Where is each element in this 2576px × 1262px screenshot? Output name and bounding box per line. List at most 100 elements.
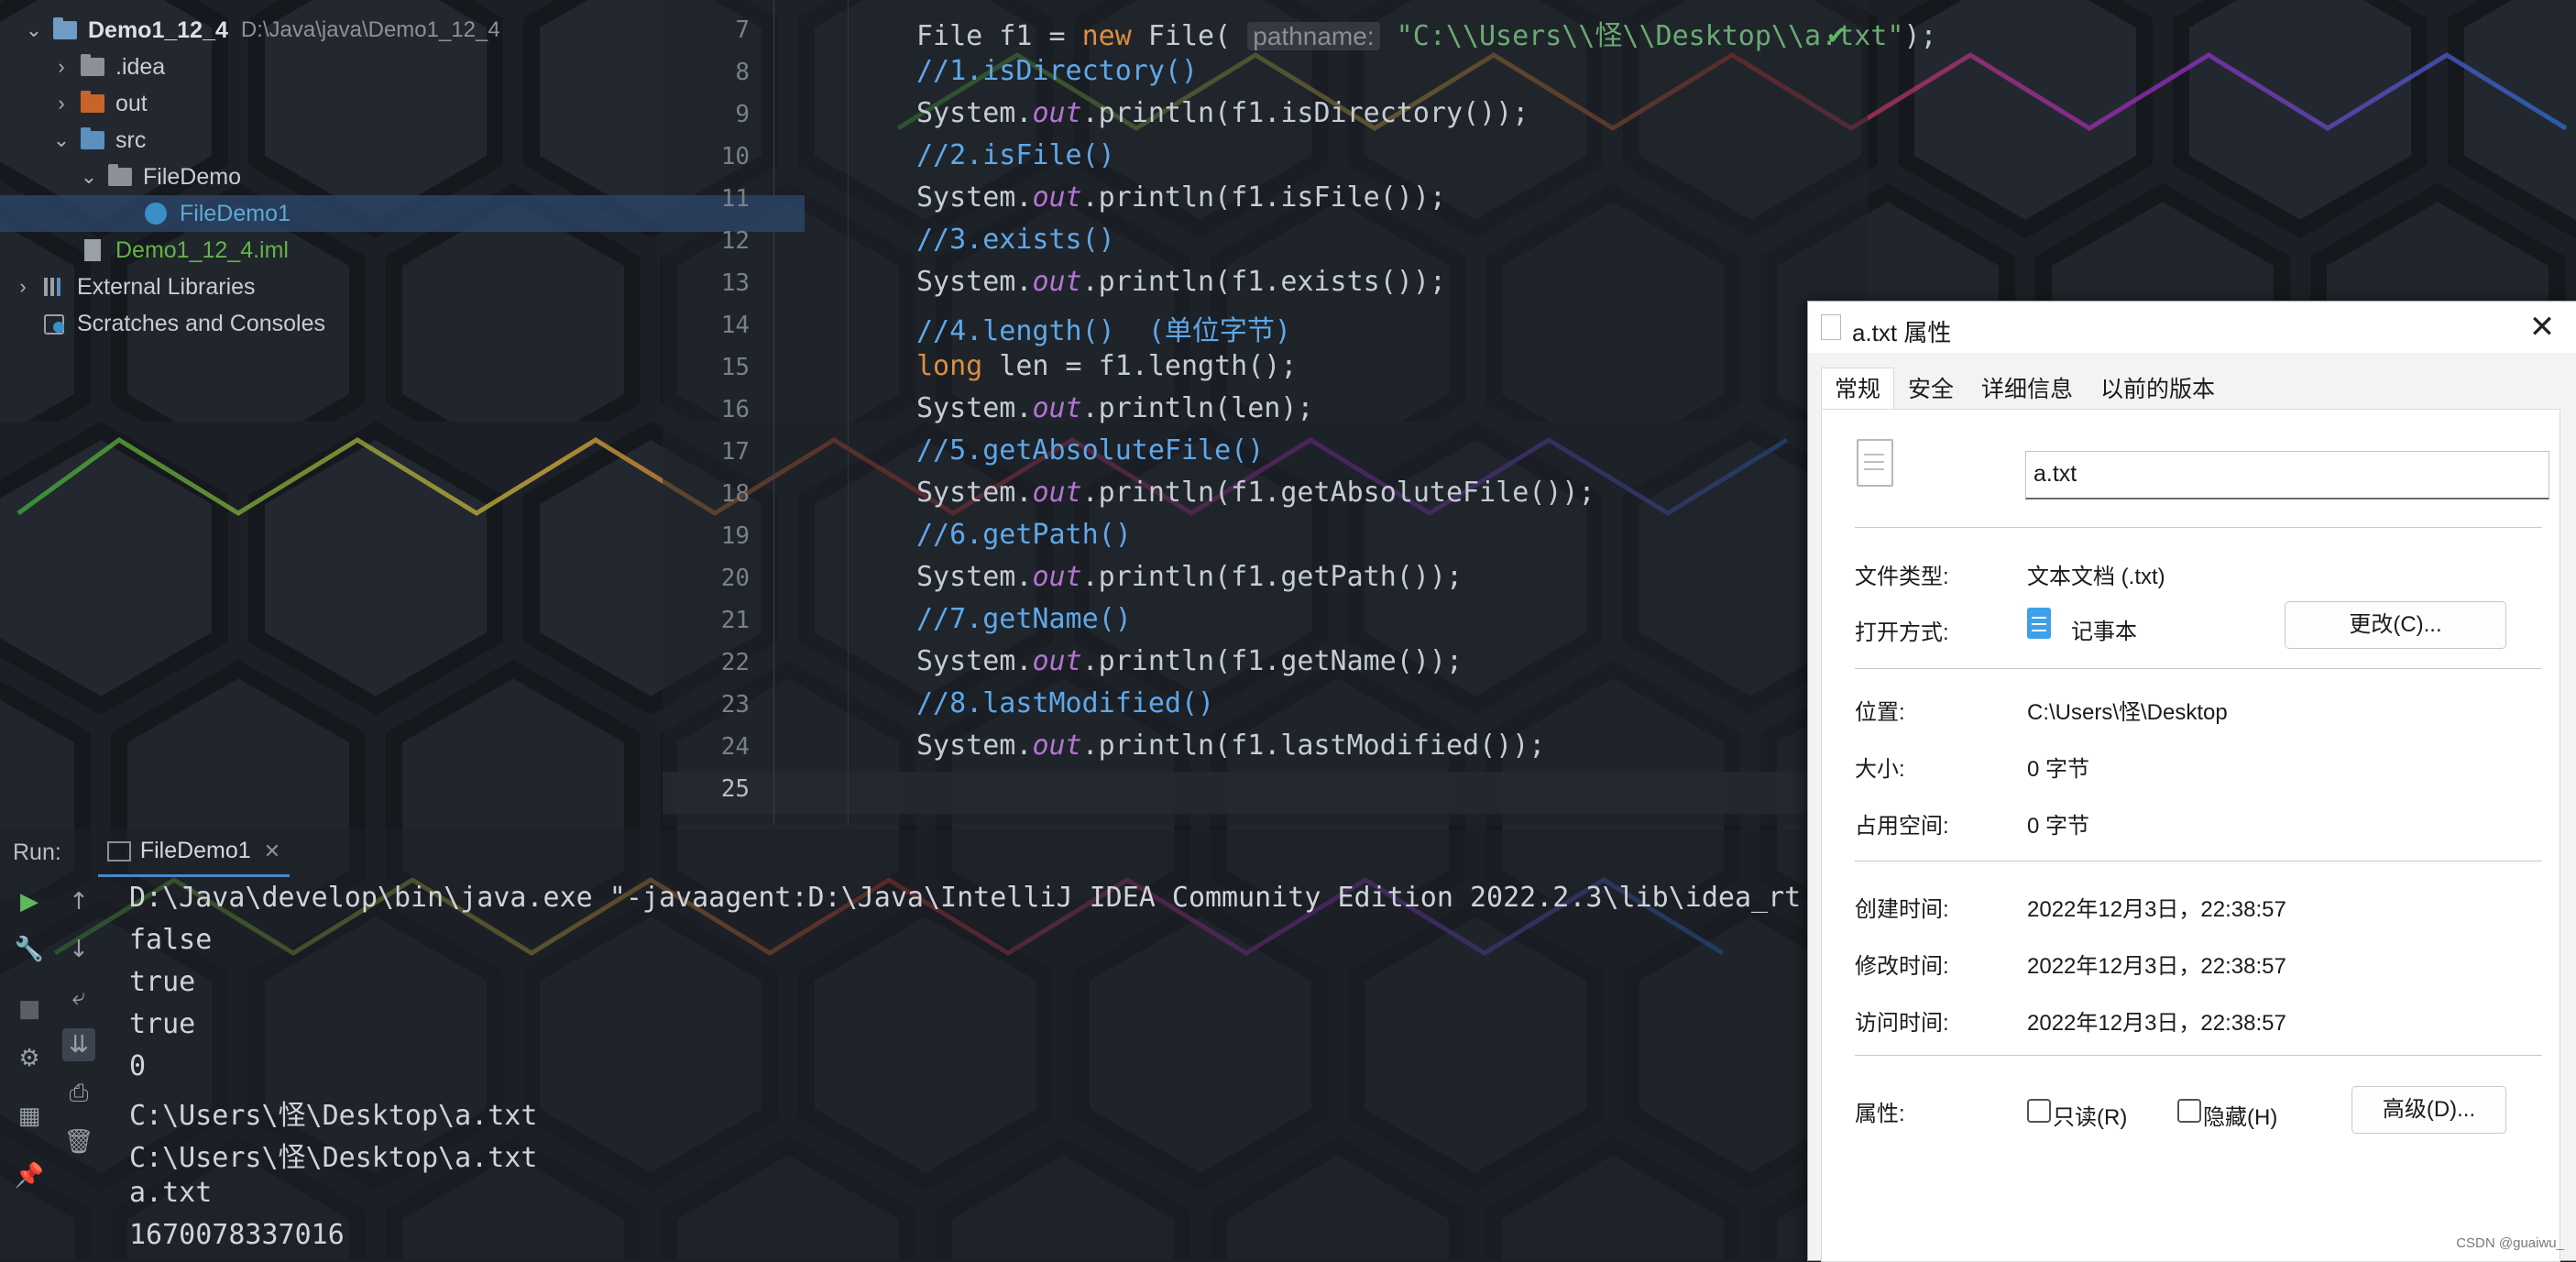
advanced-button[interactable]: 高级(D)...	[2351, 1086, 2506, 1134]
tree-item-out[interactable]: › out	[0, 85, 713, 122]
pin-icon[interactable]: 📌	[13, 1159, 46, 1192]
run-tab-filedemo1[interactable]: FileDemo1 ✕	[97, 829, 290, 877]
code-token: .println(f1.isDirectory());	[1081, 97, 1529, 129]
code-line[interactable]: System.out.println(len);	[916, 392, 1314, 424]
tree-item-iml[interactable]: Demo1_12_4.iml	[0, 232, 740, 269]
chevron-down-icon[interactable]: ⌄	[24, 18, 44, 42]
code-line[interactable]: System.out.println(f1.isFile());	[916, 181, 1446, 214]
code-token: out	[1032, 645, 1082, 677]
hidden-label: 隐藏(H)	[2203, 1105, 2278, 1130]
line-number: 7	[735, 16, 750, 44]
tree-item-project-root[interactable]: ⌄ Demo1_12_4 D:\Java\java\Demo1_12_4	[0, 12, 685, 49]
code-token: System.	[916, 266, 1033, 298]
file-properties-dialog: a.txt 属性 ✕ 常规 安全 详细信息 以前的版本 a.txt 文件类型: …	[1807, 301, 2576, 1262]
code-token: //3.exists()	[916, 224, 1115, 256]
notepad-icon	[2027, 608, 2051, 639]
code-line[interactable]: File f1 = new File( pathname: "C:\\Users…	[916, 13, 1937, 53]
console-line: false	[129, 924, 213, 956]
file-type-value: 文本文档 (.txt)	[2027, 565, 2165, 589]
code-line[interactable]: //4.length() (单位字节)	[916, 308, 1291, 348]
tree-item-package[interactable]: ⌄ FileDemo	[0, 159, 740, 195]
code-line[interactable]: //2.isFile()	[916, 139, 1115, 171]
down-arrow-icon[interactable]: ↓	[62, 933, 95, 966]
chevron-down-icon[interactable]: ⌄	[79, 165, 99, 189]
print-icon[interactable]: ⎙	[62, 1077, 95, 1110]
size-value: 0 字节	[2027, 757, 2090, 782]
tab-previous-versions[interactable]: 以前的版本	[2087, 368, 2229, 412]
location-label: 位置:	[1855, 700, 1905, 725]
line-number: 23	[720, 691, 750, 719]
code-token: .println(f1.getName());	[1081, 645, 1463, 677]
tab-details[interactable]: 详细信息	[1968, 368, 2087, 412]
scroll-to-end-icon[interactable]: ⇊	[62, 1028, 95, 1061]
code-token: System.	[916, 181, 1033, 214]
rerun-icon[interactable]: ▶	[13, 885, 46, 918]
tab-security[interactable]: 安全	[1894, 368, 1968, 412]
dialog-tabs: 常规 安全 详细信息 以前的版本	[1821, 368, 2229, 412]
code-token: len = f1.length();	[982, 350, 1298, 382]
dialog-title: a.txt 属性	[1852, 319, 1952, 346]
code-editor[interactable]: 7 8 9 10 11 12 13 14 15 16 17 18 19 20 21 22 23 24 25 File…	[663, 0, 1937, 825]
code-line[interactable]: long len = f1.length();	[916, 350, 1297, 382]
file-icon	[1821, 314, 1841, 340]
chevron-right-icon[interactable]: ›	[51, 92, 71, 115]
disk-size-value: 0 字节	[2027, 814, 2090, 839]
line-number: 11	[720, 185, 750, 213]
tree-item-external-libraries[interactable]: › External Libraries	[0, 269, 674, 305]
trash-icon[interactable]: 🗑	[62, 1125, 95, 1158]
code-token: out	[1032, 97, 1082, 129]
code-line[interactable]: //3.exists()	[916, 224, 1115, 256]
tree-item-scratches[interactable]: Scratches and Consoles	[0, 305, 702, 342]
line-number: 9	[735, 101, 750, 128]
file-name-input[interactable]: a.txt	[2025, 451, 2549, 499]
run-toolwindow-header: Run: FileDemo1 ✕	[0, 829, 1810, 877]
divider	[1855, 527, 2542, 528]
stop-icon[interactable]: ■	[13, 993, 46, 1026]
chevron-down-icon[interactable]: ⌄	[51, 128, 71, 152]
chevron-right-icon[interactable]: ›	[13, 275, 33, 299]
code-token: //4.length() (单位字节)	[916, 315, 1291, 347]
code-line[interactable]: //6.getPath()	[916, 519, 1132, 551]
console-line: a.txt	[129, 1177, 213, 1209]
code-line[interactable]: //1.isDirectory()	[916, 55, 1198, 87]
code-line[interactable]: System.out.println(f1.getPath());	[916, 561, 1463, 593]
line-number: 15	[720, 354, 750, 381]
tree-item-src[interactable]: ⌄ src	[0, 122, 713, 159]
hidden-checkbox[interactable]	[2177, 1099, 2201, 1123]
text-file-icon	[1857, 439, 1893, 487]
folder-icon	[79, 91, 106, 115]
code-line[interactable]: //8.lastModified()	[916, 687, 1214, 719]
soft-wrap-icon[interactable]: ⤶	[62, 981, 95, 1014]
code-line[interactable]: System.out.println(f1.isDirectory());	[916, 97, 1529, 129]
settings-icon[interactable]: ⚙	[13, 1042, 46, 1075]
readonly-checkbox[interactable]	[2027, 1099, 2051, 1123]
code-line[interactable]: System.out.println(f1.getName());	[916, 645, 1463, 677]
code-line[interactable]: System.out.println(f1.exists());	[916, 266, 1446, 298]
file-name-value: a.txt	[2033, 461, 2077, 487]
line-number: 17	[720, 438, 750, 466]
close-tab-icon[interactable]: ✕	[264, 840, 280, 863]
tree-item-idea[interactable]: › .idea	[0, 49, 713, 85]
code-token: //5.getAbsoluteFile()	[916, 434, 1265, 466]
layout-icon[interactable]: ▦	[13, 1100, 46, 1133]
code-token: .println(f1.getAbsoluteFile());	[1081, 477, 1595, 509]
code-line[interactable]: System.out.println(f1.getAbsoluteFile())…	[916, 477, 1595, 509]
wrench-icon[interactable]: 🔧	[13, 933, 46, 966]
console-icon	[106, 840, 131, 861]
iml-file-icon	[79, 239, 106, 261]
code-line[interactable]: //5.getAbsoluteFile()	[916, 434, 1264, 466]
file-type-label: 文件类型:	[1855, 565, 1949, 589]
up-arrow-icon[interactable]: ↑	[62, 885, 95, 918]
scratches-icon	[40, 313, 68, 335]
close-icon[interactable]: ✕	[2526, 311, 2559, 344]
code-token: out	[1032, 392, 1082, 424]
code-token: long	[916, 350, 983, 382]
code-line[interactable]: //7.getName()	[916, 603, 1132, 635]
tab-general[interactable]: 常规	[1821, 368, 1895, 411]
indent-guide	[848, 0, 849, 825]
code-line[interactable]: System.out.println(f1.lastModified());	[916, 730, 1545, 762]
code-token: System.	[916, 392, 1033, 424]
change-button[interactable]: 更改(C)...	[2285, 601, 2506, 649]
chevron-right-icon[interactable]: ›	[51, 55, 71, 79]
tree-item-label: External Libraries	[77, 273, 256, 300]
